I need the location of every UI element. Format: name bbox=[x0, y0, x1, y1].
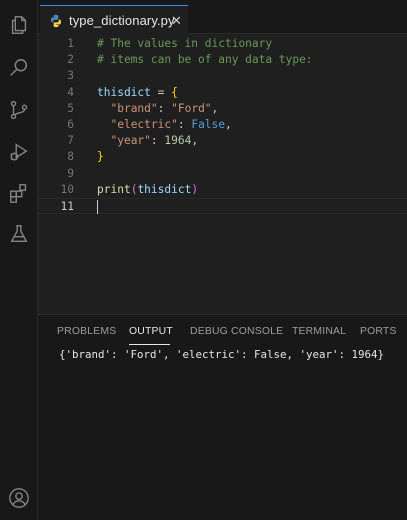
line-number: 4 bbox=[67, 85, 74, 99]
code-token: , bbox=[225, 118, 232, 131]
code-line[interactable]: 5 "brand": "Ford", bbox=[38, 101, 407, 117]
line-number: 10 bbox=[60, 182, 74, 196]
code-line[interactable]: 6 "electric": False, bbox=[38, 117, 407, 133]
code-text: # The values in dictionary bbox=[97, 36, 272, 52]
text-cursor bbox=[97, 200, 98, 214]
code-line[interactable]: 11 bbox=[38, 198, 407, 215]
tab-problems[interactable]: PROBLEMS bbox=[57, 326, 116, 337]
line-number: 6 bbox=[67, 118, 74, 131]
testing-icon[interactable] bbox=[8, 223, 30, 245]
code-token: : bbox=[177, 118, 192, 131]
search-icon[interactable] bbox=[8, 57, 30, 79]
code-text: thisdict = { bbox=[97, 85, 178, 101]
account-icon[interactable] bbox=[8, 487, 30, 509]
code-token: "year" bbox=[110, 134, 151, 148]
code-token: # items can be of any data type: bbox=[97, 53, 313, 67]
code-text: "year": 1964, bbox=[97, 133, 198, 149]
line-number: 8 bbox=[67, 150, 74, 164]
vscode-window: type_dictionary.py ✕ 1 # The values in di… bbox=[0, 0, 407, 520]
code-line[interactable]: 4 thisdict = { bbox=[38, 85, 407, 101]
code-editor[interactable]: 1 # The values in dictionary 2 # items can … bbox=[38, 34, 407, 314]
code-text: } bbox=[97, 149, 104, 165]
code-line[interactable]: 1 # The values in dictionary bbox=[38, 36, 407, 52]
activity-bar bbox=[0, 0, 38, 520]
code-line[interactable]: 9 bbox=[38, 166, 407, 182]
code-text: "brand": "Ford", bbox=[97, 101, 218, 117]
line-number: 5 bbox=[67, 101, 74, 115]
code-token: ) bbox=[191, 182, 199, 196]
line-number: 9 bbox=[67, 166, 74, 180]
code-token: False bbox=[191, 118, 226, 131]
python-icon bbox=[49, 14, 63, 28]
code-token: = bbox=[150, 85, 172, 99]
tab-terminal[interactable]: TERMINAL bbox=[292, 326, 346, 337]
code-token: "brand" bbox=[110, 101, 158, 115]
editor-tab-bar: type_dictionary.py ✕ bbox=[38, 0, 407, 35]
code-token: print bbox=[97, 182, 131, 196]
code-token: "electric" bbox=[110, 118, 178, 131]
output-text: {'brand': 'Ford', 'electric': False, 'ye… bbox=[59, 348, 385, 361]
code-token: thisdict bbox=[137, 182, 192, 196]
line-number: 7 bbox=[67, 134, 74, 148]
source-control-icon[interactable] bbox=[8, 99, 30, 121]
line-number: 2 bbox=[67, 53, 74, 67]
code-token: , bbox=[191, 134, 199, 148]
code-token: # The values in dictionary bbox=[97, 37, 273, 50]
code-line[interactable]: 2 # items can be of any data type: bbox=[38, 52, 407, 68]
tab-type-dictionary[interactable]: type_dictionary.py ✕ bbox=[40, 5, 188, 35]
close-icon[interactable]: ✕ bbox=[171, 13, 182, 29]
code-text: print(thisdict) bbox=[97, 182, 198, 198]
line-number: 1 bbox=[67, 37, 74, 50]
files-icon[interactable] bbox=[8, 14, 30, 36]
code-token: : bbox=[150, 134, 165, 148]
tab-debug-console[interactable]: DEBUG CONSOLE bbox=[190, 326, 283, 337]
code-token: thisdict bbox=[97, 85, 151, 99]
code-line[interactable]: 10 print(thisdict) bbox=[38, 182, 407, 198]
code-token: : bbox=[157, 101, 172, 115]
bottom-panel: PROBLEMS OUTPUT DEBUG CONSOLE TERMINAL P… bbox=[38, 314, 407, 520]
extensions-icon[interactable] bbox=[8, 182, 30, 204]
code-text: "electric": False, bbox=[97, 117, 232, 133]
code-line[interactable]: 8} bbox=[38, 149, 407, 165]
active-tab-indicator bbox=[129, 344, 170, 345]
code-line[interactable]: 7 "year": 1964, bbox=[38, 133, 407, 149]
code-line[interactable]: 3 bbox=[38, 68, 407, 84]
line-number: 11 bbox=[60, 200, 74, 213]
tab-ports[interactable]: PORTS bbox=[360, 326, 397, 337]
code-token: "Ford" bbox=[171, 101, 212, 115]
code-token: , bbox=[211, 101, 219, 115]
code-token: { bbox=[171, 85, 178, 99]
line-number: 3 bbox=[67, 69, 74, 83]
run-debug-icon[interactable] bbox=[8, 141, 30, 163]
tab-output[interactable]: OUTPUT bbox=[129, 326, 173, 337]
code-text: # items can be of any data type: bbox=[97, 52, 313, 68]
tab-filename: type_dictionary.py bbox=[69, 13, 175, 28]
code-token: } bbox=[97, 150, 104, 164]
code-token: 1964 bbox=[164, 134, 192, 148]
